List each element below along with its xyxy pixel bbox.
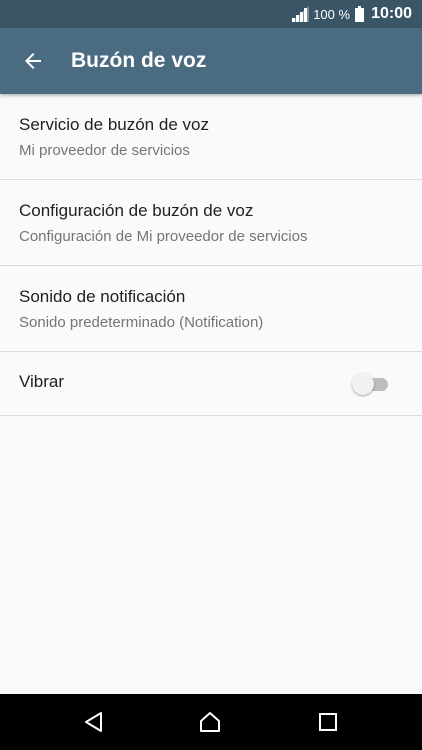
setting-voicemail-configuration[interactable]: Configuración de buzón de voz Configurac… [0,180,422,266]
setting-title: Vibrar [19,372,65,391]
setting-title: Servicio de buzón de voz [19,115,209,134]
app-bar: Buzón de voz [0,28,422,94]
page-title: Buzón de voz [71,49,207,72]
arrow-left-icon[interactable] [21,49,45,73]
setting-title: Sonido de notificación [19,287,186,306]
vibrate-toggle[interactable] [352,372,390,396]
battery-icon [355,6,365,22]
status-bar: 100 % 10:00 [0,0,422,28]
recents-icon[interactable] [316,710,340,734]
setting-summary: Configuración de Mi proveedor de servici… [19,228,308,245]
setting-title: Configuración de buzón de voz [19,201,254,220]
settings-list: Servicio de buzón de voz Mi proveedor de… [0,94,422,416]
setting-vibrate[interactable]: Vibrar [0,352,422,416]
setting-summary: Sonido predeterminado (Notification) [19,314,264,331]
setting-notification-sound[interactable]: Sonido de notificación Sonido predetermi… [0,266,422,352]
setting-summary: Mi proveedor de servicios [19,142,190,159]
back-triangle-icon[interactable] [82,710,106,734]
signal-icon [291,6,310,22]
navigation-bar [0,694,422,750]
setting-voicemail-service[interactable]: Servicio de buzón de voz Mi proveedor de… [0,94,422,180]
clock: 10:00 [371,5,412,22]
toggle-thumb [352,373,374,395]
battery-percent: 100 % [313,6,351,22]
screen: 100 % 10:00 Buzón de voz Servicio de buz… [0,0,422,750]
home-icon[interactable] [198,710,222,734]
